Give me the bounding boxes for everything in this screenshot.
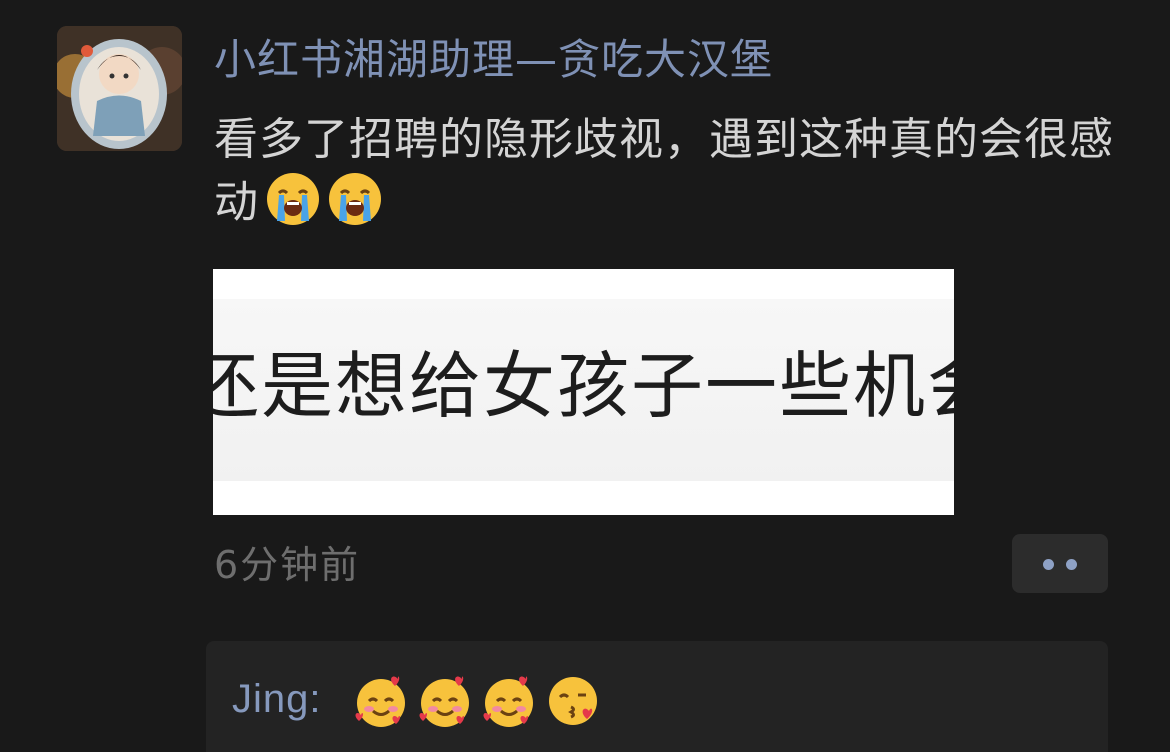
more-actions-button[interactable] bbox=[1012, 534, 1108, 593]
comments-panel: Jing: bbox=[206, 641, 1108, 752]
moments-post: 小红书湘湖助理—贪吃大汉堡 看多了招聘的隐形歧视，遇到这种真的会很感动 还是想给… bbox=[0, 0, 1170, 752]
author-avatar[interactable] bbox=[57, 26, 182, 151]
smiling-face-with-hearts-icon bbox=[353, 673, 409, 729]
more-dot-icon bbox=[1043, 559, 1054, 570]
post-text: 看多了招聘的隐形歧视，遇到这种真的会很感动 bbox=[214, 108, 1114, 234]
smiling-face-with-hearts-icon bbox=[481, 673, 537, 729]
loudly-crying-face-icon bbox=[265, 171, 321, 227]
comment-line: Jing: bbox=[232, 671, 322, 727]
comment-content[interactable] bbox=[353, 673, 601, 729]
face-blowing-a-kiss-icon bbox=[545, 673, 601, 729]
loudly-crying-face-icon bbox=[327, 171, 383, 227]
comment-separator: : bbox=[309, 677, 322, 721]
comment-author[interactable]: Jing bbox=[232, 677, 309, 721]
smiling-face-with-hearts-icon bbox=[417, 673, 473, 729]
more-dot-icon bbox=[1066, 559, 1077, 570]
image-caption-text: 还是想给女孩子一些机会 bbox=[213, 344, 954, 428]
post-timestamp: 6分钟前 bbox=[214, 543, 361, 587]
author-name[interactable]: 小红书湘湖助理—贪吃大汉堡 bbox=[214, 30, 773, 90]
post-image[interactable]: 还是想给女孩子一些机会 bbox=[213, 269, 954, 515]
avatar-photo-icon bbox=[57, 26, 182, 151]
